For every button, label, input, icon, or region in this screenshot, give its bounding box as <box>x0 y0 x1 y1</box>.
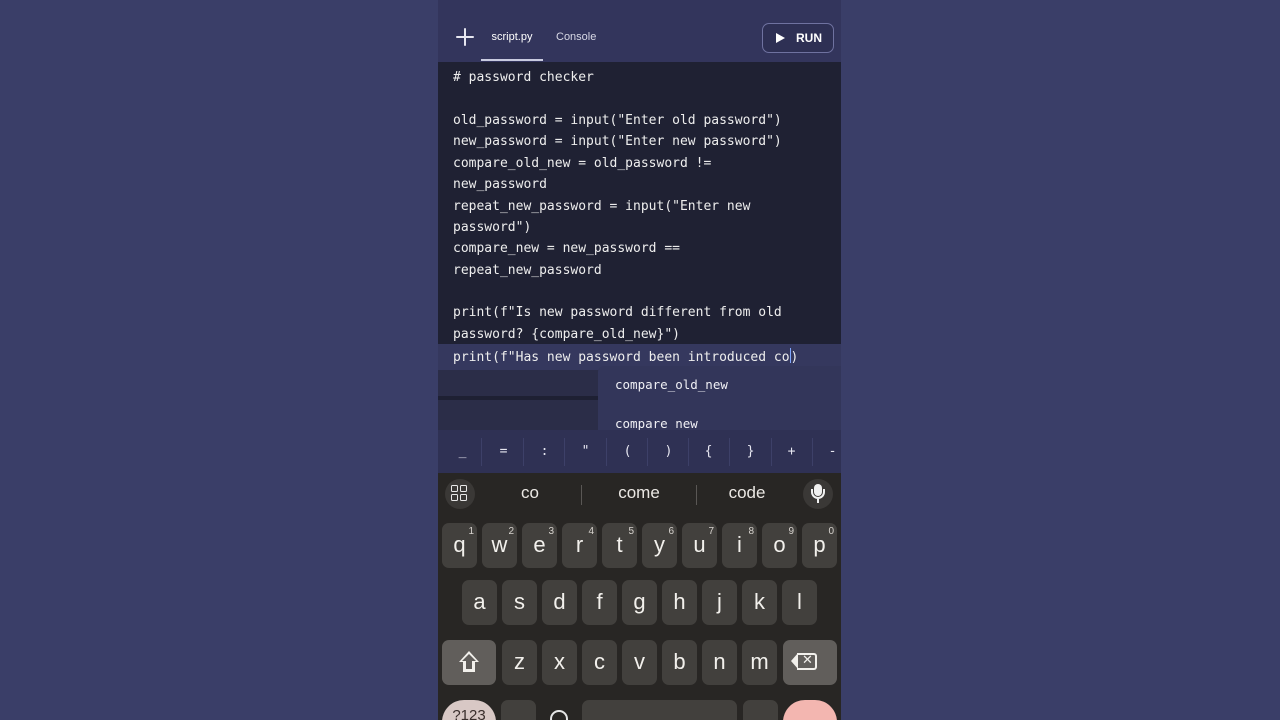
run-button[interactable]: RUN <box>762 23 834 53</box>
key-g[interactable]: g <box>622 580 657 625</box>
run-button-label: RUN <box>796 31 822 45</box>
key-m[interactable]: m <box>742 640 777 685</box>
key-q[interactable]: q1 <box>442 523 477 568</box>
symbol-bar: _ = : " ( ) { } + - <box>438 430 841 473</box>
voice-input-button[interactable] <box>803 479 833 509</box>
key-z[interactable]: z <box>502 640 537 685</box>
phone-screen: script.py Console RUN # password checker… <box>438 0 841 720</box>
divider <box>696 485 697 505</box>
key-h[interactable]: h <box>662 580 697 625</box>
editor-toolbar: script.py Console RUN <box>438 0 841 62</box>
key-j[interactable]: j <box>702 580 737 625</box>
symbol-key-close-paren[interactable]: ) <box>648 430 689 473</box>
key-s[interactable]: s <box>502 580 537 625</box>
suggestion-chip[interactable]: come <box>598 483 680 503</box>
key-d[interactable]: d <box>542 580 577 625</box>
code-line: # password checker <box>453 70 594 85</box>
code-line: repeat_new_password <box>453 263 602 278</box>
key-c[interactable]: c <box>582 640 617 685</box>
key-k[interactable]: k <box>742 580 777 625</box>
code-editor[interactable]: # password checker old_password = input(… <box>438 62 841 344</box>
play-icon <box>776 33 785 43</box>
numbers-symbols-key[interactable]: ?123 <box>442 700 496 720</box>
key-l[interactable]: l <box>782 580 817 625</box>
key-r[interactable]: r4 <box>562 523 597 568</box>
symbol-key-quote[interactable]: " <box>565 430 606 473</box>
key-x[interactable]: x <box>542 640 577 685</box>
tab-script-py[interactable]: script.py <box>481 31 543 61</box>
add-file-button[interactable] <box>454 26 476 48</box>
key-p[interactable]: p0 <box>802 523 837 568</box>
key-u[interactable]: u7 <box>682 523 717 568</box>
autocomplete-item[interactable]: compare_old_new <box>615 377 728 392</box>
key-e[interactable]: e3 <box>522 523 557 568</box>
key-w[interactable]: w2 <box>482 523 517 568</box>
autocomplete-popup: compare_old_new compare_new <box>598 366 841 431</box>
key-o[interactable]: o9 <box>762 523 797 568</box>
backspace-key[interactable]: ✕ <box>783 640 837 685</box>
emoji-icon <box>550 710 568 720</box>
code-line: print(f"Is new password different from o… <box>453 305 782 320</box>
key-i[interactable]: i8 <box>722 523 757 568</box>
keyboard-apps-button[interactable] <box>445 479 475 509</box>
symbol-key-open-brace[interactable]: { <box>688 430 729 473</box>
key-a[interactable]: a <box>462 580 497 625</box>
symbol-key-colon[interactable]: : <box>524 430 565 473</box>
tab-console[interactable]: Console <box>556 31 596 61</box>
code-line: compare_new = new_password == <box>453 241 680 256</box>
shift-key[interactable] <box>442 640 496 685</box>
code-line: new_password <box>453 177 547 192</box>
suggestion-chip[interactable]: code <box>712 483 782 503</box>
key-b[interactable]: b <box>662 640 697 685</box>
key-t[interactable]: t5 <box>602 523 637 568</box>
code-line: old_password = input("Enter old password… <box>453 113 782 128</box>
code-line: compare_old_new = old_password != <box>453 156 712 171</box>
code-line: password") <box>453 220 532 235</box>
key-v[interactable]: v <box>622 640 657 685</box>
period-key[interactable] <box>743 700 778 720</box>
symbol-key-close-brace[interactable]: } <box>730 430 771 473</box>
symbol-key-open-paren[interactable]: ( <box>607 430 648 473</box>
key-y[interactable]: y6 <box>642 523 677 568</box>
active-line-text: print(f"Has new password been introduced… <box>453 348 798 366</box>
suggestion-chip[interactable]: co <box>500 483 560 503</box>
autocomplete-item[interactable]: compare_new <box>615 416 698 431</box>
enter-key[interactable] <box>783 700 837 720</box>
symbol-key-plus[interactable]: + <box>771 430 812 473</box>
on-screen-keyboard: co come code q1 w2 e3 r4 t5 y6 u7 i8 o9 … <box>438 473 841 720</box>
symbol-key-equals[interactable]: = <box>483 430 524 473</box>
space-bar[interactable] <box>582 700 737 720</box>
text-after-cursor: ) <box>790 350 799 365</box>
emoji-key[interactable] <box>541 700 576 720</box>
text-before-cursor: print(f"Has new password been introduced… <box>453 350 790 365</box>
key-n[interactable]: n <box>702 640 737 685</box>
divider <box>481 438 482 466</box>
code-line: repeat_new_password = input("Enter new <box>453 199 751 214</box>
code-line: password? {compare_old_new}") <box>453 327 680 342</box>
code-line: new_password = input("Enter new password… <box>453 134 782 149</box>
divider <box>581 485 582 505</box>
symbol-key-minus[interactable]: - <box>812 430 841 473</box>
comma-key[interactable] <box>501 700 536 720</box>
symbol-key-underscore[interactable]: _ <box>442 430 483 473</box>
key-f[interactable]: f <box>582 580 617 625</box>
